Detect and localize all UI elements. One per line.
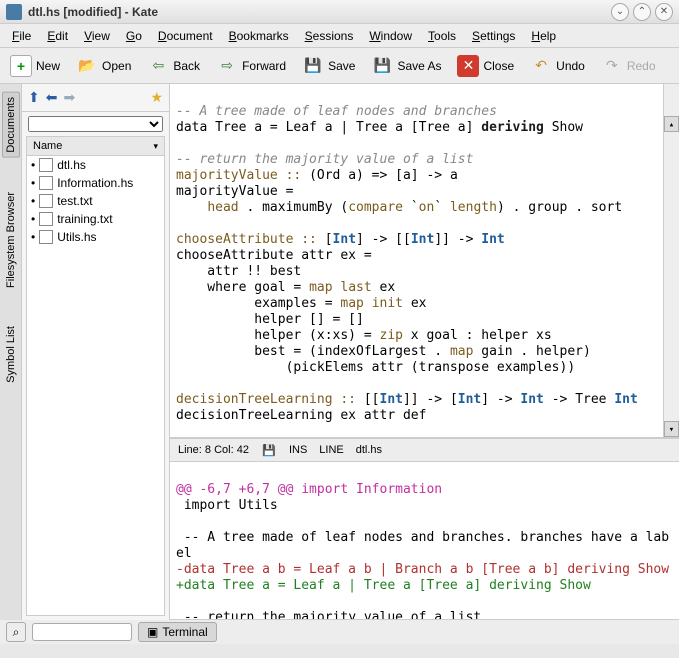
save-label: Save — [328, 59, 355, 73]
nav-up-icon[interactable]: ⬆ — [28, 89, 40, 106]
bottom-bar: ⌕ ▣ Terminal — [0, 620, 679, 644]
find-input[interactable] — [32, 623, 132, 641]
file-item[interactable]: •test.txt — [27, 192, 164, 210]
file-item[interactable]: •Utils.hs — [27, 228, 164, 246]
window-close-button[interactable]: ✕ — [655, 3, 673, 21]
window-title: dtl.hs [modified] - Kate — [28, 5, 607, 19]
close-button[interactable]: ✕ Close — [453, 53, 518, 79]
tab-symbol-list[interactable]: Symbol List — [3, 322, 19, 387]
dot-icon: • — [31, 230, 35, 244]
saveas-label: Save As — [397, 59, 441, 73]
floppy-icon: 💾 — [302, 55, 324, 77]
undo-icon: ↶ — [530, 55, 552, 77]
new-label: New — [36, 59, 60, 73]
close-icon: ✕ — [457, 55, 479, 77]
file-list-header[interactable]: Name ▾ — [26, 136, 165, 156]
line-mode[interactable]: LINE — [319, 444, 343, 456]
menu-tools[interactable]: Tools — [420, 27, 464, 45]
menu-settings[interactable]: Settings — [464, 27, 523, 45]
file-item[interactable]: •training.txt — [27, 210, 164, 228]
menu-help[interactable]: Help — [523, 27, 564, 45]
diff-view[interactable]: @@ -6,7 +6,7 @@ import Information impor… — [170, 462, 679, 620]
back-button[interactable]: ⇦ Back — [143, 53, 204, 79]
file-icon — [39, 212, 53, 226]
forward-button[interactable]: ⇨ Forward — [212, 53, 290, 79]
menu-bookmarks[interactable]: Bookmarks — [221, 27, 297, 45]
code-editor[interactable]: -- A tree made of leaf nodes and branche… — [170, 84, 679, 438]
file-panel: ⬆ ⬅ ➡ ★ Name ▾ •dtl.hs •Information.hs •… — [22, 84, 170, 620]
redo-icon: ↷ — [601, 55, 623, 77]
scroll-up-icon[interactable]: ▴ — [664, 116, 679, 132]
menu-view[interactable]: View — [76, 27, 118, 45]
arrow-right-icon: ⇨ — [216, 55, 238, 77]
file-icon — [39, 158, 53, 172]
new-icon: + — [10, 55, 32, 77]
menu-go[interactable]: Go — [118, 27, 150, 45]
arrow-left-icon: ⇦ — [147, 55, 169, 77]
redo-button[interactable]: ↷ Redo — [597, 53, 660, 79]
file-icon — [39, 230, 53, 244]
scroll-down-icon[interactable]: ▾ — [664, 421, 679, 437]
folder-open-icon: 📂 — [76, 55, 98, 77]
terminal-label: Terminal — [162, 625, 207, 639]
menu-window[interactable]: Window — [361, 27, 420, 45]
vertical-scrollbar[interactable]: ▴ ▾ — [663, 84, 679, 437]
menu-file[interactable]: File — [4, 27, 39, 45]
close-label: Close — [483, 59, 514, 73]
sort-arrow-icon: ▾ — [153, 141, 158, 152]
new-button[interactable]: + New — [6, 53, 64, 79]
save-status-icon[interactable]: 💾 — [261, 442, 277, 458]
saveas-button[interactable]: 💾 Save As — [367, 53, 445, 79]
bookmark-star-icon[interactable]: ★ — [150, 89, 163, 106]
window-minimize-button[interactable]: ⌄ — [611, 3, 629, 21]
menu-sessions[interactable]: Sessions — [297, 27, 362, 45]
toolbar: + New 📂 Open ⇦ Back ⇨ Forward 💾 Save 💾 Save As… — [0, 48, 679, 84]
path-combo[interactable] — [28, 116, 163, 132]
open-label: Open — [102, 59, 131, 73]
file-icon — [39, 194, 53, 208]
tab-documents[interactable]: Documents — [2, 92, 20, 158]
window-maximize-button[interactable]: ⌃ — [633, 3, 651, 21]
file-list: •dtl.hs •Information.hs •test.txt •train… — [26, 156, 165, 616]
nav-back-icon[interactable]: ⬅ — [46, 89, 58, 106]
redo-label: Redo — [627, 59, 656, 73]
file-item[interactable]: •dtl.hs — [27, 156, 164, 174]
dot-icon: • — [31, 176, 35, 190]
file-item[interactable]: •Information.hs — [27, 174, 164, 192]
back-label: Back — [173, 59, 200, 73]
open-button[interactable]: 📂 Open — [72, 53, 135, 79]
filename-label: dtl.hs — [356, 444, 382, 456]
menubar: File Edit View Go Document Bookmarks Ses… — [0, 24, 679, 48]
app-icon — [6, 4, 22, 20]
dot-icon: • — [31, 194, 35, 208]
save-button[interactable]: 💾 Save — [298, 53, 359, 79]
terminal-tab[interactable]: ▣ Terminal — [138, 622, 217, 642]
dot-icon: • — [31, 158, 35, 172]
find-icon[interactable]: ⌕ — [6, 622, 26, 642]
undo-button[interactable]: ↶ Undo — [526, 53, 589, 79]
header-name-label: Name — [33, 140, 62, 152]
status-bar: Line: 8 Col: 42 💾 INS LINE dtl.hs — [170, 438, 679, 462]
forward-label: Forward — [242, 59, 286, 73]
floppy-pen-icon: 💾 — [371, 55, 393, 77]
tab-filesystem-browser[interactable]: Filesystem Browser — [3, 188, 19, 292]
undo-label: Undo — [556, 59, 585, 73]
nav-forward-icon[interactable]: ➡ — [63, 89, 75, 106]
menu-edit[interactable]: Edit — [39, 27, 76, 45]
file-icon — [39, 176, 53, 190]
menu-document[interactable]: Document — [150, 27, 221, 45]
cursor-position: Line: 8 Col: 42 — [178, 444, 249, 456]
terminal-icon: ▣ — [147, 625, 158, 639]
dot-icon: • — [31, 212, 35, 226]
insert-mode[interactable]: INS — [289, 444, 307, 456]
side-tabs: Documents Filesystem Browser Symbol List — [0, 84, 22, 620]
